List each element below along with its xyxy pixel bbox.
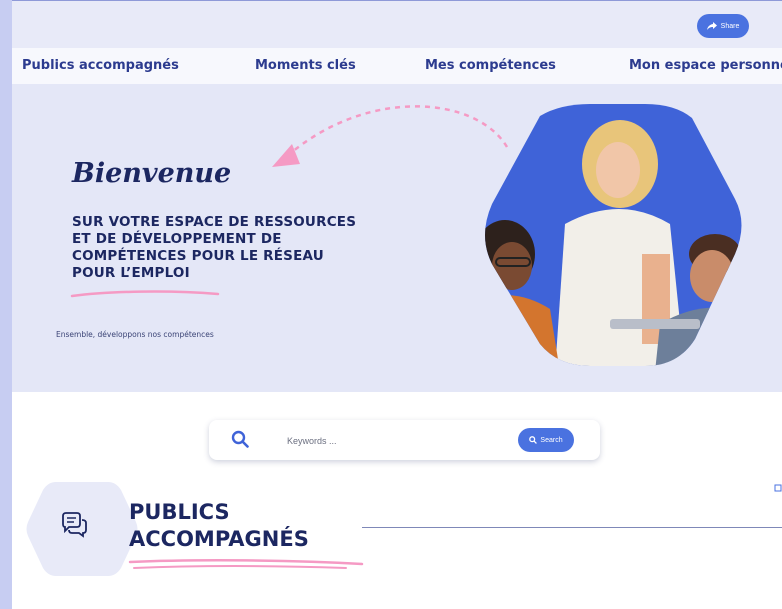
team-photo-hexagon [485, 104, 742, 366]
expand-icon[interactable] [774, 484, 782, 492]
subtitle-line: ET DE DÉVELOPPEMENT DE [72, 231, 282, 247]
share-button[interactable]: Share [697, 14, 749, 38]
section-title-line: ACCOMPAGNÉS [129, 527, 309, 551]
section-title: PUBLICS ACCOMPAGNÉS [129, 499, 309, 553]
search-button[interactable]: Search [518, 428, 574, 452]
search-button-label: Search [540, 436, 563, 444]
section-divider [362, 527, 782, 528]
share-label: Share [720, 22, 740, 30]
search-bar: Search [209, 420, 600, 460]
page-frame: Share Publics accompagnés Moments clés M… [12, 0, 782, 609]
nav-item-publics[interactable]: Publics accompagnés [22, 58, 179, 73]
search-input[interactable] [285, 431, 489, 451]
section-title-underline [128, 559, 364, 569]
hero-subtitle: SUR VOTRE ESPACE DE RESSOURCES ET DE DÉV… [72, 214, 412, 282]
subtitle-line: SUR VOTRE ESPACE DE RESSOURCES [72, 214, 357, 230]
nav-item-espace-personnel[interactable]: Mon espace personne [629, 58, 782, 73]
section-title-line: PUBLICS [129, 500, 230, 524]
search-button-icon [529, 436, 538, 444]
top-bar: Share [12, 0, 782, 49]
subtitle-line: COMPÉTENCES POUR LE RÉSEAU [72, 248, 324, 264]
subtitle-underline [70, 290, 220, 298]
chat-bubbles-icon [62, 512, 87, 538]
nav-item-moments[interactable]: Moments clés [255, 58, 356, 73]
welcome-heading: Bienvenue [72, 158, 232, 189]
search-icon [231, 430, 249, 448]
share-arrow-icon [706, 22, 717, 30]
hero-tagline: Ensemble, développons nos compétences [56, 330, 214, 339]
nav-item-competences[interactable]: Mes compétences [425, 58, 556, 73]
main-nav: Publics accompagnés Moments clés Mes com… [12, 48, 782, 84]
hero-banner: Bienvenue SUR VOTRE ESPACE DE RESSOURCES… [12, 84, 782, 392]
subtitle-line: POUR L’EMPLOI [72, 265, 190, 281]
